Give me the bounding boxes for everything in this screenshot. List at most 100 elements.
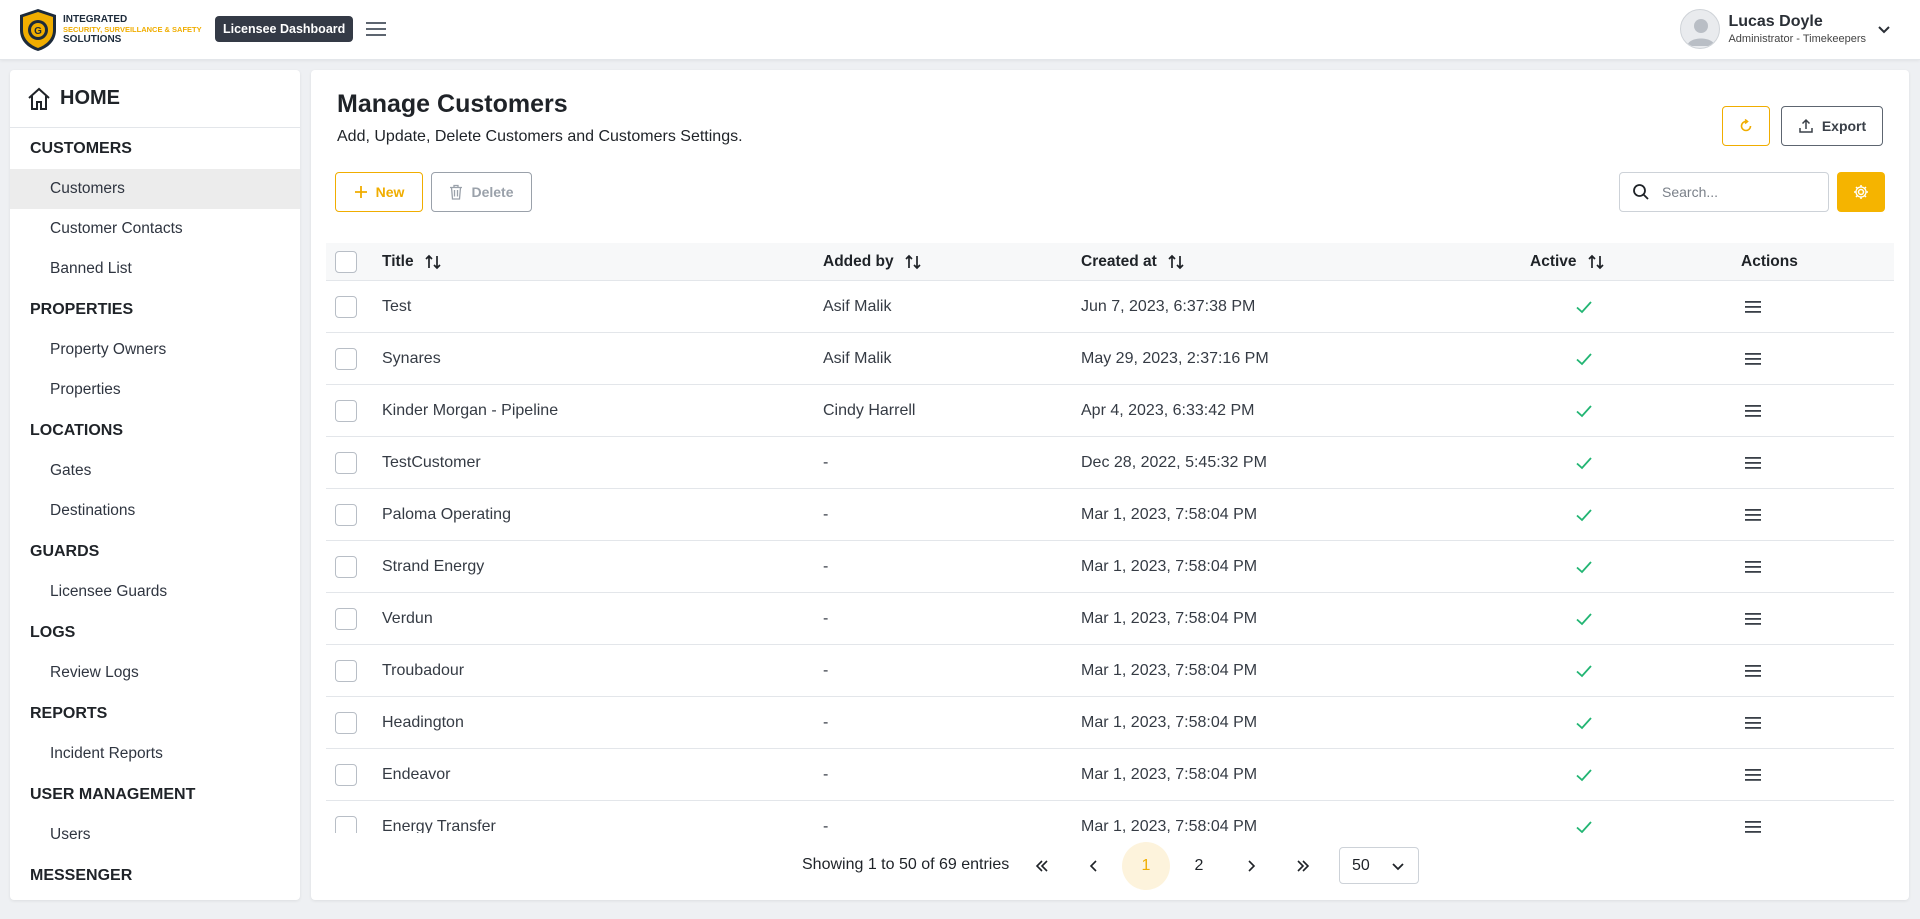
sidebar-item-review-logs[interactable]: Review Logs — [10, 653, 300, 693]
row-checkbox[interactable] — [335, 659, 357, 682]
logo-line-3: SOLUTIONS — [63, 34, 122, 45]
top-bar: G INTEGRATED SECURITY, SURVEILLANCE & SA… — [0, 0, 1920, 60]
first-page-button[interactable] — [1018, 842, 1066, 890]
rows-per-page-select[interactable]: 50 — [1339, 847, 1419, 884]
row-actions-menu-icon[interactable] — [1743, 765, 1763, 785]
sidebar-home[interactable]: HOME — [10, 70, 300, 128]
row-actions-menu-icon[interactable] — [1743, 661, 1763, 681]
next-page-button[interactable] — [1227, 842, 1275, 890]
table-row[interactable]: Test Asif Malik Jun 7, 2023, 6:37:38 PM — [326, 281, 1894, 333]
table-body: Test Asif Malik Jun 7, 2023, 6:37:38 PM Syn… — [326, 281, 1894, 833]
row-checkbox[interactable] — [335, 451, 357, 474]
cell-title: Troubadour — [382, 661, 465, 679]
table-row[interactable]: Energy Transfer - Mar 1, 2023, 7:58:04 PM — [326, 801, 1894, 833]
cell-active — [1530, 541, 1594, 592]
company-logo[interactable]: G INTEGRATED SECURITY, SURVEILLANCE & SA… — [18, 8, 202, 52]
column-active[interactable]: Active — [1530, 243, 1605, 280]
avatar — [1680, 9, 1721, 49]
row-actions-menu-icon[interactable] — [1743, 557, 1763, 577]
row-actions-menu-icon[interactable] — [1743, 609, 1763, 629]
cell-added-by: - — [823, 765, 829, 783]
sidebar-sections: CUSTOMERS Customers Customer Contacts Banne… — [10, 128, 300, 896]
table-row[interactable]: Verdun - Mar 1, 2023, 7:58:04 PM — [326, 593, 1894, 645]
user-menu[interactable]: Lucas Doyle Administrator - Timekeepers — [1680, 9, 1892, 49]
refresh-button[interactable] — [1722, 106, 1770, 146]
sidebar-item-customer-contacts[interactable]: Customer Contacts — [10, 209, 300, 249]
sidebar-item-licensee-guards[interactable]: Licensee Guards — [10, 572, 300, 612]
licensee-dashboard-badge[interactable]: Licensee Dashboard — [215, 16, 354, 42]
page-button-1[interactable]: 1 — [1122, 842, 1170, 890]
cell-added-by: - — [823, 817, 829, 834]
column-title[interactable]: Title — [382, 243, 442, 280]
cell-active — [1530, 281, 1594, 332]
sidebar-item-incident-reports[interactable]: Incident Reports — [10, 734, 300, 774]
double-chevron-right-icon — [1297, 860, 1310, 872]
chevron-down-icon[interactable] — [1876, 21, 1892, 37]
row-checkbox[interactable] — [335, 347, 357, 370]
select-all-checkbox[interactable] — [335, 250, 357, 273]
sort-icon — [905, 254, 921, 269]
table-row[interactable]: Synares Asif Malik May 29, 2023, 2:37:16 P… — [326, 333, 1894, 385]
check-icon — [1576, 404, 1592, 417]
table-row[interactable]: Headington - Mar 1, 2023, 7:58:04 PM — [326, 697, 1894, 749]
row-actions-menu-icon[interactable] — [1743, 297, 1763, 317]
sidebar-item-property-owners[interactable]: Property Owners — [10, 330, 300, 370]
table-row[interactable]: Troubadour - Mar 1, 2023, 7:58:04 PM — [326, 645, 1894, 697]
sidebar-item-customers[interactable]: Customers — [10, 169, 300, 209]
column-created-at[interactable]: Created at — [1081, 243, 1185, 280]
row-checkbox[interactable] — [335, 399, 357, 422]
cell-added-by: Asif Malik — [823, 297, 892, 315]
column-actions: Actions — [1741, 243, 1798, 280]
sidebar-item-banned-list[interactable]: Banned List — [10, 249, 300, 289]
table-settings-button[interactable] — [1837, 172, 1885, 212]
search-input[interactable] — [1662, 184, 1812, 200]
row-checkbox[interactable] — [335, 295, 357, 318]
row-checkbox[interactable] — [335, 607, 357, 630]
row-checkbox[interactable] — [335, 555, 357, 578]
row-checkbox[interactable] — [335, 815, 357, 833]
column-added-by[interactable]: Added by — [823, 243, 922, 280]
export-label: Export — [1821, 118, 1867, 134]
search-box[interactable] — [1619, 172, 1829, 212]
cell-title: TestCustomer — [382, 453, 481, 471]
cell-created-at: May 29, 2023, 2:37:16 PM — [1081, 349, 1269, 367]
row-actions-menu-icon[interactable] — [1743, 349, 1763, 369]
table-row[interactable]: Kinder Morgan - Pipeline Cindy Harrell Apr… — [326, 385, 1894, 437]
table-row[interactable]: Strand Energy - Mar 1, 2023, 7:58:04 PM — [326, 541, 1894, 593]
cell-active — [1530, 749, 1594, 800]
row-actions-menu-icon[interactable] — [1743, 817, 1763, 834]
sidebar-item-users[interactable]: Users — [10, 815, 300, 855]
sidebar-section-locations: LOCATIONS — [30, 422, 124, 439]
page-button-2[interactable]: 2 — [1175, 842, 1223, 890]
row-actions-menu-icon[interactable] — [1743, 401, 1763, 421]
sidebar-item-properties[interactable]: Properties — [10, 370, 300, 410]
previous-page-button[interactable] — [1070, 842, 1118, 890]
export-button[interactable]: Export — [1781, 106, 1883, 146]
row-actions-menu-icon[interactable] — [1743, 713, 1763, 733]
user-avatar-icon — [1687, 19, 1716, 46]
table-row[interactable]: Endeavor - Mar 1, 2023, 7:58:04 PM — [326, 749, 1894, 801]
row-checkbox[interactable] — [335, 711, 357, 734]
sidebar-item-destinations[interactable]: Destinations — [10, 491, 300, 531]
row-checkbox[interactable] — [335, 763, 357, 786]
menu-toggle-icon[interactable] — [364, 18, 388, 40]
row-actions-menu-icon[interactable] — [1743, 453, 1763, 473]
cell-title: Test — [382, 297, 412, 315]
table-row[interactable]: TestCustomer - Dec 28, 2022, 5:45:32 PM — [326, 437, 1894, 489]
cell-title: Verdun — [382, 609, 433, 627]
cell-created-at: Jun 7, 2023, 6:37:38 PM — [1081, 297, 1256, 315]
cell-added-by: Asif Malik — [823, 349, 892, 367]
sort-icon — [424, 254, 441, 269]
table-header: Title Added by Created at Active Actions — [326, 243, 1894, 281]
cell-added-by: - — [823, 557, 829, 575]
row-actions-menu-icon[interactable] — [1743, 505, 1763, 525]
table-row[interactable]: Paloma Operating - Mar 1, 2023, 7:58:04 PM — [326, 489, 1894, 541]
sidebar-item-gates[interactable]: Gates — [10, 451, 300, 491]
user-role: Administrator - Timekeepers — [1728, 33, 1866, 45]
row-checkbox[interactable] — [335, 503, 357, 526]
cell-added-by: - — [823, 609, 829, 627]
new-button[interactable]: New — [335, 172, 423, 212]
last-page-button[interactable] — [1279, 842, 1327, 890]
delete-button[interactable]: Delete — [431, 172, 532, 212]
user-name: Lucas Doyle — [1728, 13, 1823, 30]
